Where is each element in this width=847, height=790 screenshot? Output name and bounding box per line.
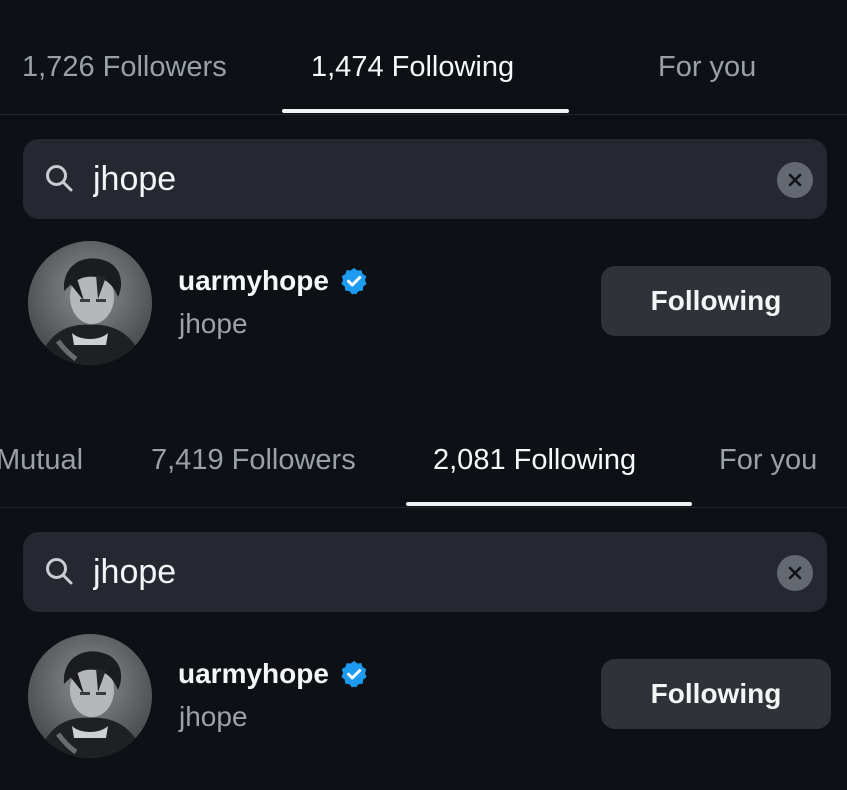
search-input[interactable] — [93, 139, 743, 219]
search-bar[interactable] — [23, 532, 827, 612]
username-text: uarmyhope — [178, 658, 329, 689]
avatar[interactable] — [28, 241, 152, 365]
username[interactable]: uarmyhope — [178, 658, 369, 690]
list-item[interactable]: uarmyhope jhope Following — [0, 634, 847, 764]
active-tab-indicator — [282, 109, 569, 113]
avatar[interactable] — [28, 634, 152, 758]
following-button[interactable]: Following — [601, 266, 831, 336]
list-item[interactable]: uarmyhope jhope Following — [0, 241, 847, 371]
tab-mutual[interactable]: Mutual — [0, 393, 83, 507]
display-name: jhope — [179, 308, 248, 339]
tab-for-you[interactable]: For you — [658, 0, 756, 114]
divider — [0, 114, 847, 115]
search-input[interactable] — [93, 532, 743, 612]
tab-bar: 1,726 Followers 1,474 Following For you — [0, 0, 847, 114]
following-list-panel-1: 1,726 Followers 1,474 Following For you — [0, 0, 847, 393]
following-button[interactable]: Following — [601, 659, 831, 729]
close-circle-icon[interactable] — [777, 555, 813, 591]
close-circle-icon[interactable] — [777, 162, 813, 198]
tab-following[interactable]: 1,474 Following — [311, 0, 514, 114]
divider — [0, 507, 847, 508]
display-name: jhope — [179, 701, 248, 732]
active-tab-indicator — [406, 502, 692, 506]
tab-bar: Mutual 7,419 Followers 2,081 Following F… — [0, 393, 847, 507]
following-list-panel-2: Mutual 7,419 Followers 2,081 Following F… — [0, 393, 847, 790]
verified-badge-icon — [341, 267, 367, 295]
tab-followers[interactable]: 1,726 Followers — [22, 0, 227, 114]
tab-for-you[interactable]: For you — [719, 393, 817, 507]
tab-followers[interactable]: 7,419 Followers — [151, 393, 356, 507]
search-icon — [46, 165, 73, 192]
search-icon — [46, 558, 73, 585]
username-text: uarmyhope — [178, 265, 329, 296]
search-bar[interactable] — [23, 139, 827, 219]
username[interactable]: uarmyhope — [178, 265, 369, 297]
verified-badge-icon — [341, 660, 367, 688]
tab-following[interactable]: 2,081 Following — [433, 393, 636, 507]
